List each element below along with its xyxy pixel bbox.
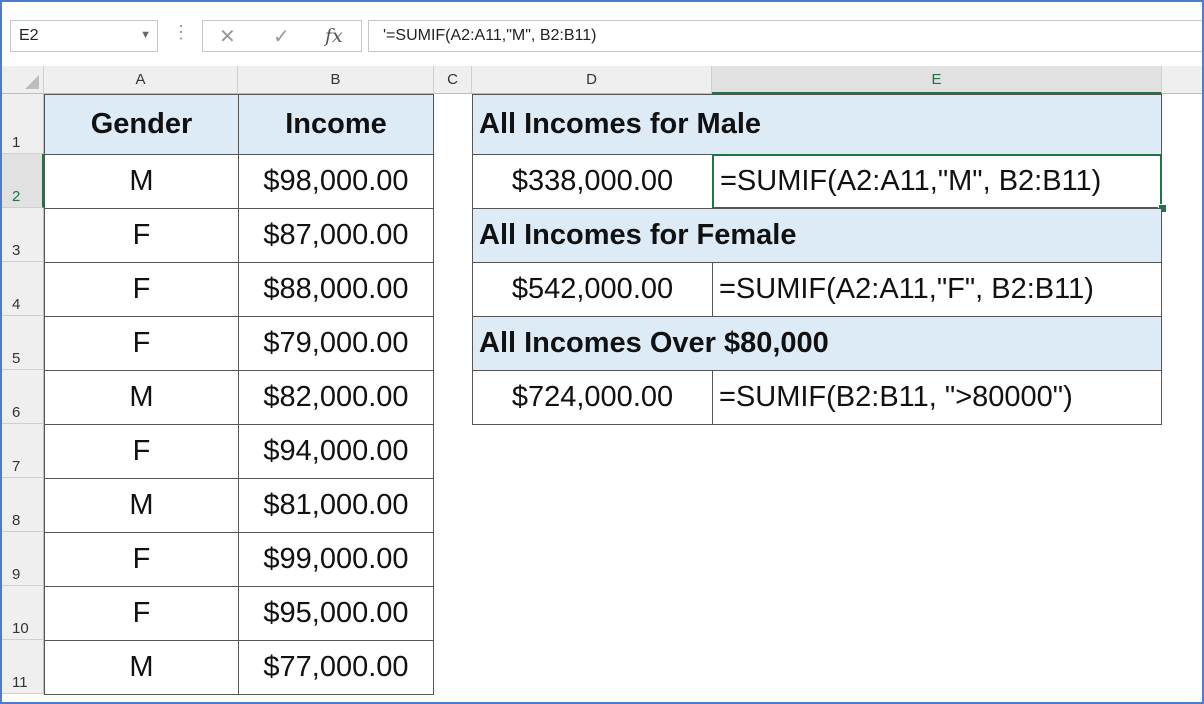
cancel-icon[interactable]: ✕ [219, 24, 236, 49]
function-icon[interactable]: fx [325, 25, 343, 47]
gender-cell[interactable]: M [44, 370, 239, 425]
column-header-blank[interactable] [1162, 66, 1202, 94]
value-over-80000[interactable]: $724,000.00 [472, 370, 713, 425]
row-header-7[interactable]: 7 [2, 424, 44, 478]
formula-buttons: ✕ ✓ fx [202, 20, 362, 52]
row-header-6[interactable]: 6 [2, 370, 44, 424]
row-header-10[interactable]: 10 [2, 586, 44, 640]
name-box[interactable]: E2 ▼ [10, 20, 158, 52]
formula-text: '=SUMIF(A2:A11,"M", B2:B11) [383, 27, 597, 44]
gender-cell[interactable]: F [44, 532, 239, 587]
gender-cell[interactable]: M [44, 478, 239, 533]
header-gender[interactable]: Gender [44, 94, 239, 155]
column-header-a[interactable]: A [44, 66, 238, 94]
gender-cell[interactable]: F [44, 424, 239, 479]
column-header-d[interactable]: D [472, 66, 712, 94]
select-all-button[interactable] [2, 66, 44, 94]
income-cell[interactable]: $82,000.00 [238, 370, 434, 425]
row-header-2[interactable]: 2 [2, 154, 44, 208]
gender-cell[interactable]: F [44, 262, 239, 317]
income-cell[interactable]: $88,000.00 [238, 262, 434, 317]
dropdown-icon[interactable]: ▼ [140, 29, 151, 41]
gender-cell[interactable]: F [44, 586, 239, 641]
drag-handle-icon[interactable]: ⋮ [172, 22, 190, 43]
row-header-4[interactable]: 4 [2, 262, 44, 316]
income-cell[interactable]: $99,000.00 [238, 532, 434, 587]
row-header-1[interactable]: 1 [2, 94, 44, 154]
formula-input[interactable]: '=SUMIF(A2:A11,"M", B2:B11) [368, 20, 1202, 52]
row-header-11[interactable]: 11 [2, 640, 44, 694]
header-income[interactable]: Income [238, 94, 434, 155]
income-cell[interactable]: $98,000.00 [238, 154, 434, 209]
title-over-80000[interactable]: All Incomes Over $80,000 [472, 316, 1162, 371]
formula-toolbar: E2 ▼ ⋮ ✕ ✓ fx '=SUMIF(A2:A11,"M", B2:B11… [2, 2, 1202, 67]
enter-icon[interactable]: ✓ [273, 24, 290, 49]
gender-cell[interactable]: M [44, 154, 239, 209]
name-box-value: E2 [19, 27, 39, 44]
title-male[interactable]: All Incomes for Male [472, 94, 1162, 155]
income-cell[interactable]: $77,000.00 [238, 640, 434, 695]
column-header-e[interactable]: E [712, 66, 1162, 94]
income-cell[interactable]: $87,000.00 [238, 208, 434, 263]
row-header-5[interactable]: 5 [2, 316, 44, 370]
row-header-3[interactable]: 3 [2, 208, 44, 262]
formula-cell-female[interactable]: =SUMIF(A2:A11,"F", B2:B11) [712, 262, 1162, 317]
gender-cell[interactable]: F [44, 316, 239, 371]
income-cell[interactable]: $95,000.00 [238, 586, 434, 641]
value-female[interactable]: $542,000.00 [472, 262, 713, 317]
value-male[interactable]: $338,000.00 [472, 154, 713, 209]
formula-cell-male[interactable]: =SUMIF(A2:A11,"M", B2:B11) [712, 154, 1162, 209]
excel-window: E2 ▼ ⋮ ✕ ✓ fx '=SUMIF(A2:A11,"M", B2:B11… [0, 0, 1204, 704]
column-header-b[interactable]: B [238, 66, 434, 94]
row-header-8[interactable]: 8 [2, 478, 44, 532]
gender-cell[interactable]: F [44, 208, 239, 263]
formula-cell-over-80000[interactable]: =SUMIF(B2:B11, ">80000") [712, 370, 1162, 425]
income-cell[interactable]: $79,000.00 [238, 316, 434, 371]
gender-cell[interactable]: M [44, 640, 239, 695]
income-cell[interactable]: $94,000.00 [238, 424, 434, 479]
title-female[interactable]: All Incomes for Female [472, 208, 1162, 263]
income-cell[interactable]: $81,000.00 [238, 478, 434, 533]
row-header-9[interactable]: 9 [2, 532, 44, 586]
column-header-c[interactable]: C [434, 66, 472, 94]
